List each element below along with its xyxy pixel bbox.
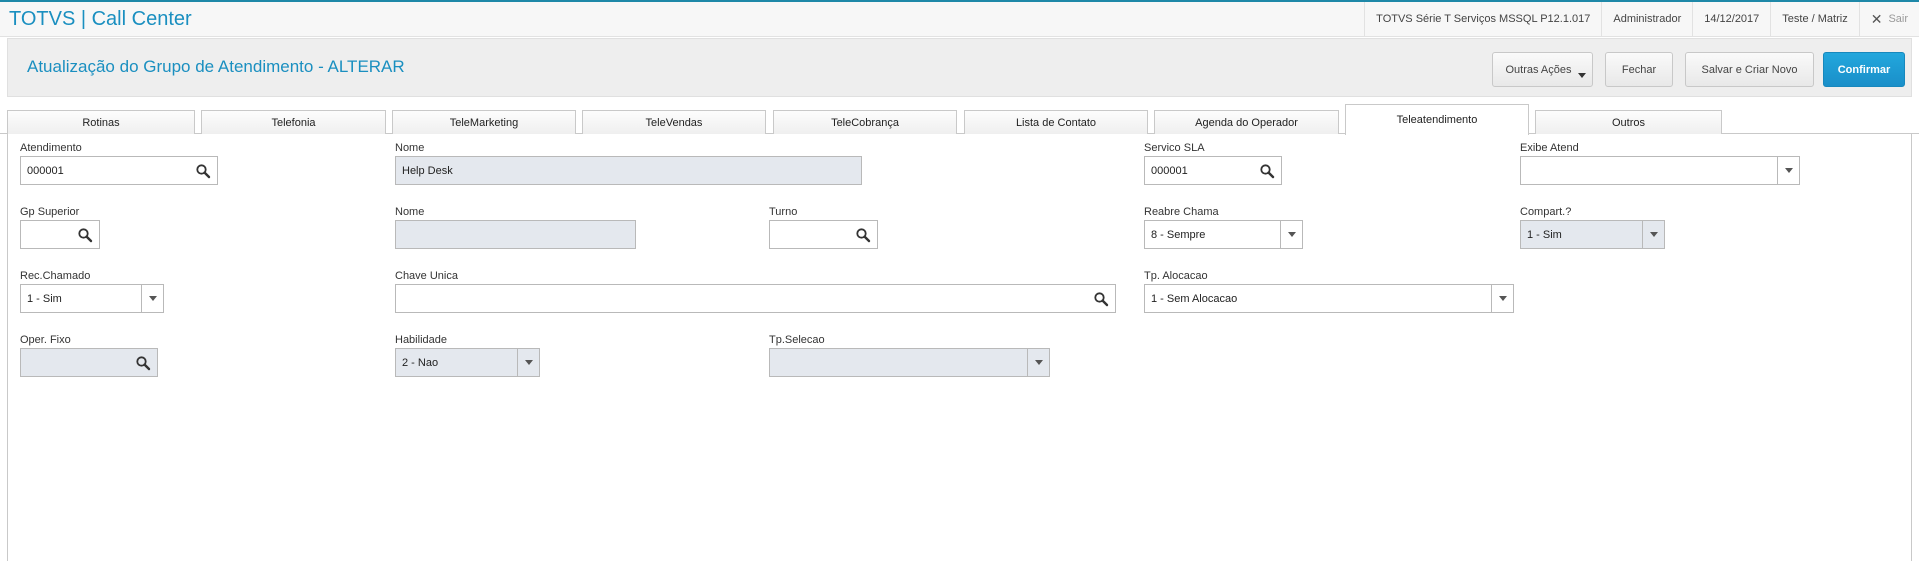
- chevron-down-icon[interactable]: [141, 285, 163, 312]
- app-title: TOTVS | Call Center: [9, 8, 192, 30]
- caret-down-icon: [1578, 73, 1586, 78]
- top-bar-info: TOTVS Série T Serviços MSSQL P12.1.017 A…: [1364, 2, 1919, 37]
- logout-label: Sair: [1888, 13, 1908, 25]
- environment-label: TOTVS Série T Serviços MSSQL P12.1.017: [1364, 2, 1601, 37]
- tab-lista-de-contato[interactable]: Lista de Contato: [964, 110, 1148, 134]
- search-icon[interactable]: [1259, 163, 1275, 179]
- tp-alocacao-value: 1 - Sem Alocacao: [1151, 292, 1238, 305]
- form-panel: Atendimento 000001 Nome Help Desk Servic…: [7, 134, 1912, 561]
- nome-superior-field: [395, 220, 636, 249]
- date-label: 14/12/2017: [1692, 2, 1770, 37]
- nome-field: Help Desk: [395, 156, 862, 185]
- turno-field[interactable]: [769, 220, 878, 249]
- rec-chamado-label: Rec.Chamado: [20, 270, 91, 282]
- page-title: Atualização do Grupo de Atendimento - AL…: [27, 57, 405, 76]
- other-actions-label: Outras Ações: [1505, 63, 1572, 76]
- tab-telemarketing[interactable]: TeleMarketing: [392, 110, 576, 134]
- search-icon[interactable]: [195, 163, 211, 179]
- tp-selecao-select[interactable]: [769, 348, 1050, 377]
- servico-sla-label: Servico SLA: [1144, 142, 1205, 154]
- chevron-down-icon[interactable]: [1027, 349, 1049, 376]
- oper-fixo-label: Oper. Fixo: [20, 334, 71, 346]
- reabre-chama-label: Reabre Chama: [1144, 206, 1219, 218]
- tp-selecao-label: Tp.Selecao: [769, 334, 825, 346]
- atendimento-value: 000001: [27, 164, 64, 177]
- turno-label: Turno: [769, 206, 798, 218]
- chevron-down-icon[interactable]: [1491, 285, 1513, 312]
- tab-telecobranca[interactable]: TeleCobrança: [773, 110, 957, 134]
- habilidade-select[interactable]: 2 - Nao: [395, 348, 540, 377]
- confirm-button[interactable]: Confirmar: [1823, 52, 1905, 87]
- save-and-new-button[interactable]: Salvar e Criar Novo: [1685, 52, 1814, 87]
- oper-fixo-field[interactable]: [20, 348, 158, 377]
- other-actions-button[interactable]: Outras Ações: [1492, 52, 1593, 87]
- top-bar: TOTVS | Call Center TOTVS Série T Serviç…: [0, 2, 1919, 37]
- logout-button[interactable]: ✕ Sair: [1858, 2, 1919, 37]
- tp-alocacao-label: Tp. Alocacao: [1144, 270, 1208, 282]
- chave-unica-label: Chave Unica: [395, 270, 458, 282]
- servico-sla-field[interactable]: 000001: [1144, 156, 1282, 185]
- exibe-atend-select[interactable]: [1520, 156, 1800, 185]
- reabre-chama-select[interactable]: 8 - Sempre: [1144, 220, 1303, 249]
- close-button[interactable]: Fechar: [1605, 52, 1673, 87]
- chevron-down-icon[interactable]: [517, 349, 539, 376]
- branch-label[interactable]: Teste / Matriz: [1770, 2, 1858, 37]
- chevron-down-icon[interactable]: [1777, 157, 1799, 184]
- page-header: Atualização do Grupo de Atendimento - AL…: [7, 38, 1912, 97]
- tab-bar: Rotinas Telefonia TeleMarketing TeleVend…: [0, 103, 1919, 135]
- tab-teleatendimento[interactable]: Teleatendimento: [1345, 104, 1529, 135]
- tab-telefonia[interactable]: Telefonia: [201, 110, 386, 134]
- atendimento-label: Atendimento: [20, 142, 82, 154]
- rec-chamado-select[interactable]: 1 - Sim: [20, 284, 164, 313]
- habilidade-label: Habilidade: [395, 334, 447, 346]
- search-icon[interactable]: [1093, 291, 1109, 307]
- gp-superior-field[interactable]: [20, 220, 100, 249]
- tab-rotinas[interactable]: Rotinas: [7, 110, 195, 134]
- compart-select[interactable]: 1 - Sim: [1520, 220, 1665, 249]
- gp-superior-label: Gp Superior: [20, 206, 80, 218]
- chevron-down-icon[interactable]: [1280, 221, 1302, 248]
- tab-outros[interactable]: Outros: [1535, 110, 1722, 134]
- nome-value: Help Desk: [402, 164, 453, 177]
- user-label[interactable]: Administrador: [1601, 2, 1692, 37]
- search-icon[interactable]: [855, 227, 871, 243]
- app-window: TOTVS | Call Center TOTVS Série T Serviç…: [0, 0, 1919, 561]
- search-icon[interactable]: [77, 227, 93, 243]
- close-icon: ✕: [1870, 11, 1883, 27]
- exibe-atend-label: Exibe Atend: [1520, 142, 1579, 154]
- nome-label: Nome: [395, 142, 425, 154]
- compart-label: Compart.?: [1520, 206, 1572, 218]
- nome-superior-label: Nome: [395, 206, 425, 218]
- search-icon[interactable]: [135, 355, 151, 371]
- chevron-down-icon[interactable]: [1642, 221, 1664, 248]
- atendimento-field[interactable]: 000001: [20, 156, 218, 185]
- tab-televendas[interactable]: TeleVendas: [582, 110, 766, 134]
- tp-alocacao-select[interactable]: 1 - Sem Alocacao: [1144, 284, 1514, 313]
- tab-agenda-do-operador[interactable]: Agenda do Operador: [1154, 110, 1339, 134]
- chave-unica-field[interactable]: [395, 284, 1116, 313]
